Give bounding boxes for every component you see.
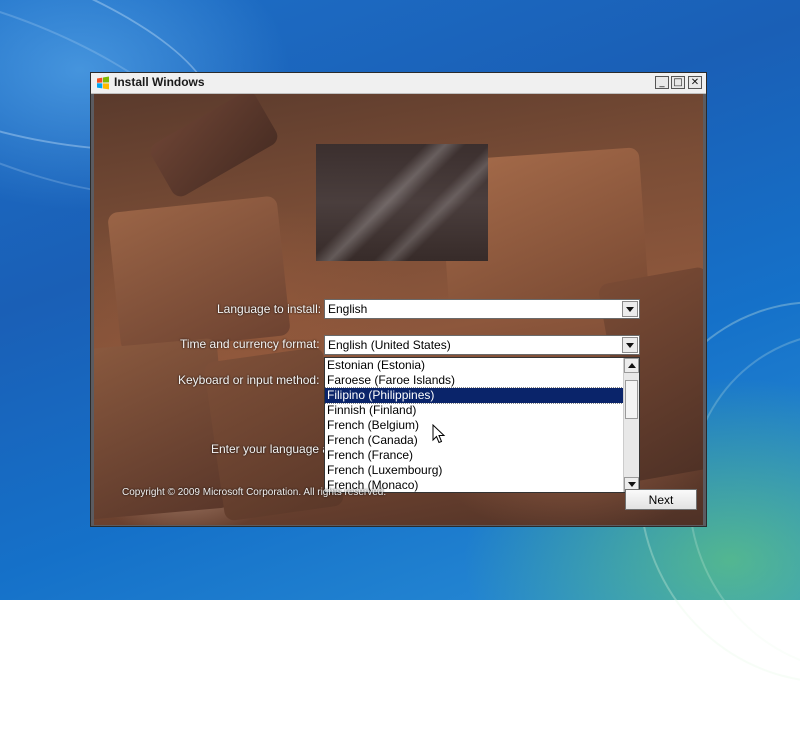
maximize-button[interactable]: □ [671, 76, 685, 89]
keyboard-label: Keyboard or input method: [178, 373, 320, 387]
dropdown-option[interactable]: Filipino (Philippines) [325, 387, 624, 404]
chocolate-bar-decoration [107, 195, 291, 353]
dropdown-option[interactable]: Faroese (Faroe Islands) [325, 373, 623, 388]
dropdown-option[interactable]: French (Luxembourg) [325, 463, 623, 478]
mouse-pointer-icon [432, 424, 446, 444]
scroll-down-icon [627, 482, 636, 487]
time-currency-select[interactable]: English (United States) [324, 335, 640, 355]
title-bar[interactable]: Install Windows _ □ ✕ [91, 73, 706, 94]
dropdown-items: Estonian (Estonia) Faroese (Faroe Islands… [325, 358, 624, 492]
dropdown-scrollbar[interactable] [623, 358, 639, 492]
minimize-icon: _ [659, 76, 665, 88]
language-dropdown-button[interactable] [622, 301, 638, 317]
language-select-value: English [328, 302, 368, 316]
time-currency-dropdown-button[interactable] [622, 337, 638, 353]
instruction-text: Enter your language a [211, 442, 330, 456]
scrollbar-thumb[interactable] [625, 380, 638, 420]
time-currency-select-value: English (United States) [328, 338, 451, 352]
dropdown-option[interactable]: Estonian (Estonia) [325, 358, 623, 373]
windows-flag-icon [97, 76, 109, 90]
next-button[interactable]: Next [625, 489, 697, 510]
setup-client-area: Language to install: English Time and cu… [94, 94, 703, 525]
dropdown-arrow-icon [626, 306, 634, 312]
install-windows-window: Install Windows _ □ ✕ Language to instal… [90, 72, 707, 527]
scroll-up-icon [627, 363, 636, 368]
language-select[interactable]: English [324, 299, 640, 319]
dropdown-option[interactable]: Finnish (Finland) [325, 403, 623, 418]
windows-logo-placeholder [316, 144, 488, 261]
language-label: Language to install: [217, 302, 322, 316]
chocolate-bar-decoration [147, 94, 281, 200]
window-title: Install Windows [114, 75, 205, 89]
dropdown-arrow-icon [626, 342, 634, 348]
close-icon: ✕ [690, 76, 700, 88]
dropdown-option[interactable]: French (Belgium) [325, 418, 623, 433]
maximize-icon: □ [673, 76, 683, 88]
time-currency-label: Time and currency format: [180, 337, 320, 351]
dropdown-option[interactable]: French (Canada) [325, 433, 623, 448]
minimize-button[interactable]: _ [655, 76, 669, 89]
dropdown-option[interactable]: French (France) [325, 448, 623, 463]
time-currency-dropdown-list[interactable]: Estonian (Estonia) Faroese (Faroe Islands… [324, 357, 640, 493]
close-button[interactable]: ✕ [688, 76, 702, 89]
scroll-up-button[interactable] [624, 358, 639, 373]
copyright-text: Copyright © 2009 Microsoft Corporation. … [122, 487, 387, 498]
